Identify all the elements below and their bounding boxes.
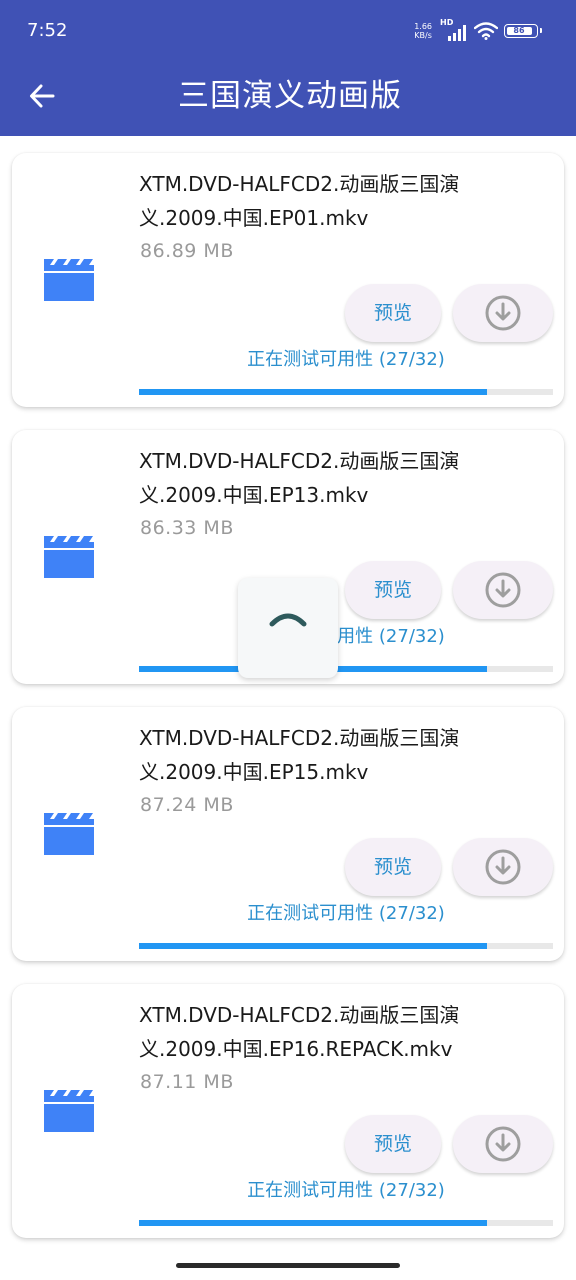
download-circle-icon — [485, 295, 521, 331]
availability-status: 正在测试可用性 (27/32) — [247, 1180, 445, 1201]
preview-button[interactable]: 预览 — [345, 1115, 441, 1173]
progress-bar — [139, 389, 553, 395]
progress-fill — [139, 389, 487, 395]
network-speed: 1.66 KB/s — [414, 22, 432, 40]
file-name: XTM.DVD-HALFCD2.动画版三国演义.2009.中国.EP15.mkv — [139, 726, 460, 784]
availability-status: 正在测试可用性 (27/32) — [247, 626, 445, 647]
download-button[interactable] — [453, 561, 553, 619]
back-button[interactable] — [22, 76, 62, 116]
preview-button[interactable]: 预览 — [345, 561, 441, 619]
preview-button[interactable]: 预览 — [345, 838, 441, 896]
file-name: XTM.DVD-HALFCD2.动画版三国演义.2009.中国.EP01.mkv — [139, 172, 460, 230]
progress-bar — [139, 1220, 553, 1226]
battery-level: 86 — [506, 26, 532, 35]
download-button[interactable] — [453, 838, 553, 896]
video-clapperboard-icon — [44, 813, 94, 855]
loading-dialog — [238, 578, 338, 678]
download-circle-icon — [485, 572, 521, 608]
file-size: 86.33 MB — [140, 517, 234, 539]
download-circle-icon — [485, 849, 521, 885]
file-name: XTM.DVD-HALFCD2.动画版三国演义.2009.中国.EP13.mkv — [139, 449, 460, 507]
file-size: 87.24 MB — [140, 794, 234, 816]
file-card[interactable]: XTM.DVD-HALFCD2.动画版三国演义.2009.中国.EP15.mkv… — [12, 707, 564, 961]
status-time: 7:52 — [27, 20, 68, 41]
preview-button[interactable]: 预览 — [345, 284, 441, 342]
download-button[interactable] — [453, 284, 553, 342]
download-circle-icon — [485, 1126, 521, 1162]
file-size: 86.89 MB — [140, 240, 234, 262]
wifi-icon — [474, 22, 498, 40]
file-name: XTM.DVD-HALFCD2.动画版三国演义.2009.中国.EP16.REP… — [139, 1003, 460, 1061]
status-icons: 1.66 KB/s HD 86 — [414, 18, 542, 42]
video-clapperboard-icon — [44, 259, 94, 301]
video-clapperboard-icon — [44, 536, 94, 578]
progress-fill — [139, 943, 487, 949]
app-bar: 7:52 1.66 KB/s HD 86 三国演义动画版 — [0, 0, 576, 136]
availability-status: 正在测试可用性 (27/32) — [247, 903, 445, 924]
gesture-navigation-bar[interactable] — [176, 1263, 400, 1268]
progress-bar — [139, 943, 553, 949]
progress-fill — [139, 1220, 487, 1226]
network-speed-unit: KB/s — [414, 31, 432, 40]
battery-icon: 86 — [504, 24, 542, 38]
page-title: 三国演义动画版 — [178, 78, 402, 114]
arrow-back-icon — [30, 84, 55, 108]
network-speed-value: 1.66 — [414, 22, 432, 31]
progress-bar — [139, 666, 553, 672]
file-size: 87.11 MB — [140, 1071, 234, 1093]
cellular-signal-icon — [448, 25, 466, 41]
availability-status: 正在测试可用性 (27/32) — [247, 349, 445, 370]
loading-spinner-icon — [269, 613, 307, 627]
video-clapperboard-icon — [44, 1090, 94, 1132]
signal-group: HD — [440, 18, 468, 41]
status-bar: 7:52 1.66 KB/s HD 86 — [0, 0, 576, 60]
file-card[interactable]: XTM.DVD-HALFCD2.动画版三国演义.2009.中国.EP01.mkv… — [12, 153, 564, 407]
download-button[interactable] — [453, 1115, 553, 1173]
file-card[interactable]: XTM.DVD-HALFCD2.动画版三国演义.2009.中国.EP16.REP… — [12, 984, 564, 1238]
